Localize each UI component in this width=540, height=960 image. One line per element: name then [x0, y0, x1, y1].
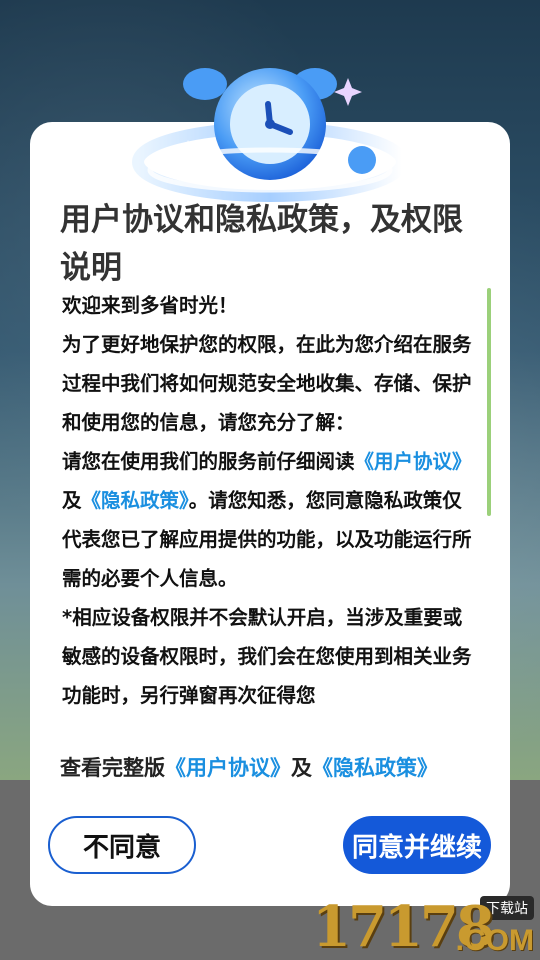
intro-text: 为了更好地保护您的权限，在此为您介绍在服务过程中我们将如何规范安全地收集、存储、… — [62, 333, 472, 434]
watermark-domain: .COM — [455, 924, 534, 957]
privacy-policy-link[interactable]: 《隐私政策》 — [82, 489, 189, 512]
site-watermark: 下载站 17178 .COM — [312, 894, 534, 960]
read-notice: 请您在使用我们的服务前仔细阅读《用户协议》及《隐私政策》。请您知悉，您同意隐私政… — [62, 442, 474, 598]
full-policy-line: 查看完整版《用户协议》及《隐私政策》 — [60, 752, 510, 782]
and-text: 及 — [62, 489, 82, 512]
scrollbar[interactable] — [487, 288, 491, 516]
footer-and-text: 及 — [291, 756, 312, 780]
permission-note: *相应设备权限并不会默认开启，当涉及重要或敏感的设备权限时，我们会在您使用到相关… — [62, 606, 472, 707]
alarm-clock-icon — [132, 68, 408, 202]
footer-privacy-policy-link[interactable]: 《隐私政策》 — [312, 756, 438, 780]
policy-content: 欢迎来到多省时光！ 为了更好地保护您的权限，在此为您介绍在服务过程中我们将如何规… — [62, 286, 474, 715]
read-prefix: 请您在使用我们的服务前仔细阅读 — [62, 450, 355, 473]
footer-user-agreement-link[interactable]: 《用户协议》 — [165, 756, 291, 780]
dialog-title: 用户协议和隐私政策，及权限说明 — [60, 202, 463, 286]
policy-scroll-area[interactable]: 欢迎来到多省时光！ 为了更好地保护您的权限，在此为您介绍在服务过程中我们将如何规… — [62, 286, 474, 736]
footer-prefix: 查看完整版 — [60, 756, 165, 780]
agree-continue-button[interactable]: 同意并继续 — [343, 816, 491, 874]
greeting-text: 欢迎来到多省时光！ — [62, 294, 238, 317]
user-agreement-link[interactable]: 《用户协议》 — [355, 450, 472, 473]
disagree-button[interactable]: 不同意 — [48, 816, 196, 874]
